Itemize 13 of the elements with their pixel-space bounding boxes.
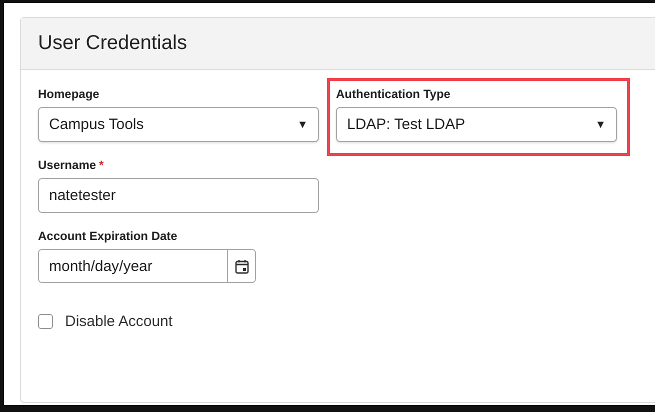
field-label: Username (38, 158, 96, 172)
dropdown[interactable]: LDAP: Test LDAP ▼ (336, 107, 617, 142)
panel-title: User Credentials (38, 32, 187, 55)
checkbox[interactable] (38, 314, 53, 329)
input-field[interactable]: natetester (38, 178, 319, 213)
checkbox-label[interactable]: Disable Account (65, 313, 173, 330)
dropdown[interactable]: Campus Tools ▼ (38, 107, 319, 142)
required-mark: * (99, 158, 104, 172)
calendar-icon[interactable] (227, 250, 255, 282)
field-label: Authentication Type (336, 87, 450, 101)
field-label: Account Expiration Date (38, 229, 178, 243)
date-field[interactable]: month/day/year (38, 249, 256, 283)
field-label: Homepage (38, 87, 100, 101)
